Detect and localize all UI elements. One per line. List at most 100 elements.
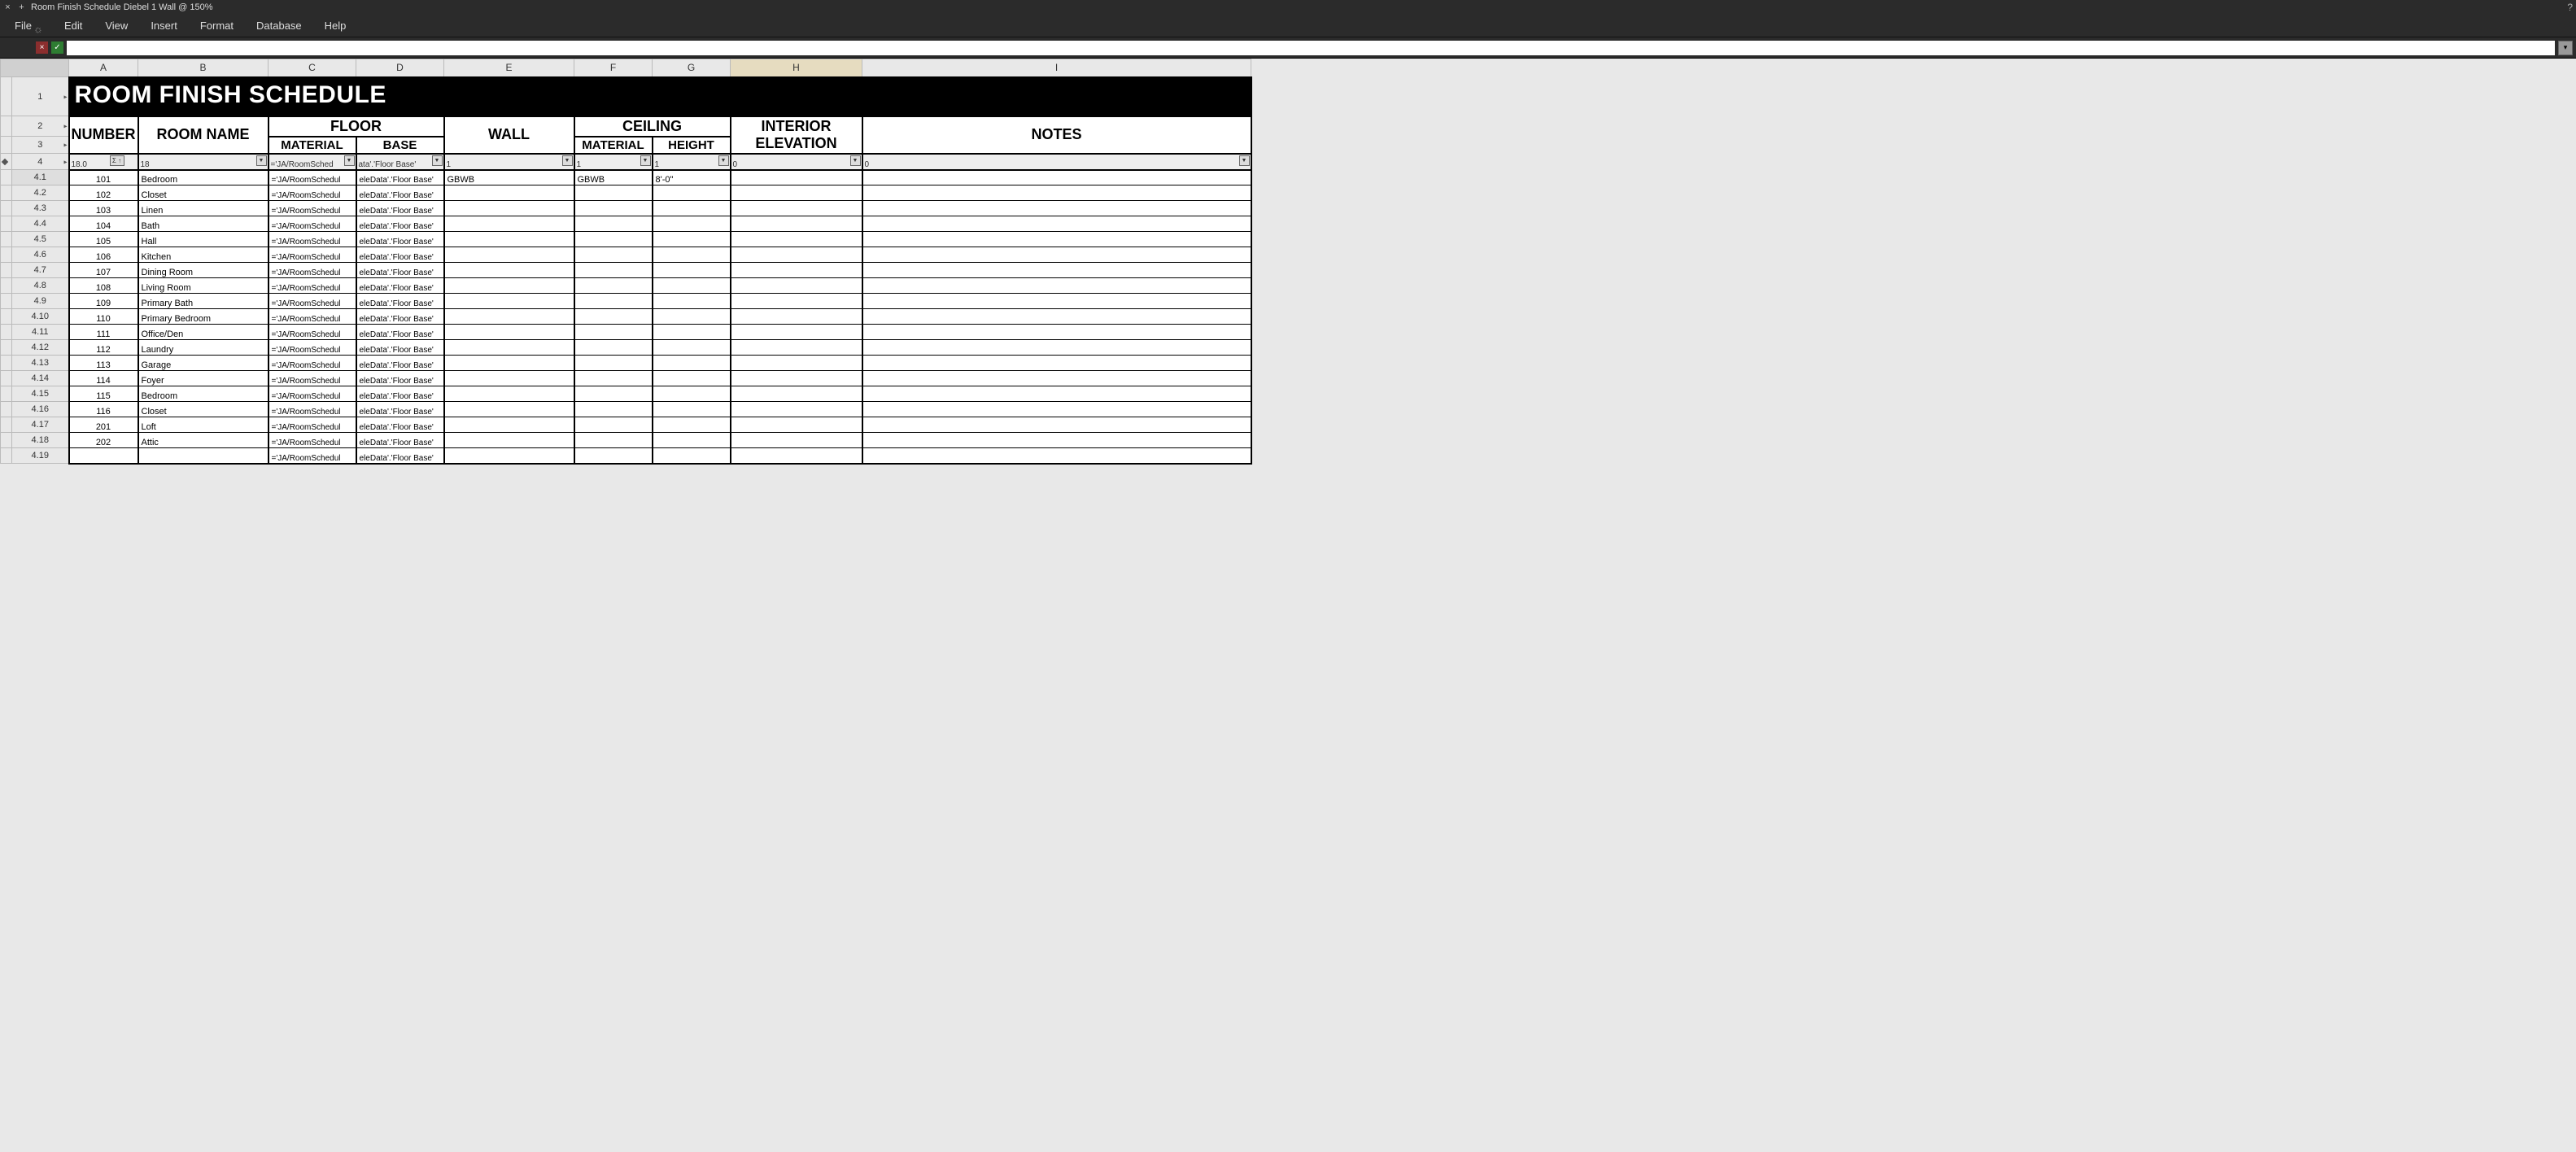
filter-A[interactable]: 18.0 Σ ↑: [69, 154, 138, 170]
cell-floor-material[interactable]: ='JA/RoomSchedul: [269, 247, 356, 263]
row-header[interactable]: 4.6: [12, 247, 69, 263]
cell-ceiling-height[interactable]: [653, 433, 731, 448]
cell-floor-material[interactable]: ='JA/RoomSchedul: [269, 216, 356, 232]
cell-floor-base[interactable]: eleData'.'Floor Base': [356, 185, 444, 201]
cell-ceiling-height[interactable]: 8'-0": [653, 170, 731, 185]
cell-number[interactable]: 107: [69, 263, 138, 278]
cell-wall[interactable]: [444, 263, 574, 278]
menu-database[interactable]: Database: [245, 16, 313, 35]
cell-floor-base[interactable]: eleData'.'Floor Base': [356, 386, 444, 402]
row-gutter[interactable]: [1, 325, 12, 340]
cell-interior-elev[interactable]: [731, 309, 862, 325]
filter-dropdown-icon[interactable]: ▼: [344, 155, 355, 166]
cell-floor-material[interactable]: ='JA/RoomSchedul: [269, 448, 356, 464]
cell-wall[interactable]: [444, 433, 574, 448]
cell-interior-elev[interactable]: [731, 247, 862, 263]
cell-floor-material[interactable]: ='JA/RoomSchedul: [269, 263, 356, 278]
row-header-2[interactable]: 2 ▸: [12, 116, 69, 137]
row-header[interactable]: 4.13: [12, 356, 69, 371]
row-header[interactable]: 4.2: [12, 185, 69, 201]
filter-B[interactable]: 18 ▼: [138, 154, 269, 170]
row-gutter[interactable]: [1, 402, 12, 417]
cell-room-name[interactable]: Laundry: [138, 340, 269, 356]
cell-ceiling-material[interactable]: [574, 433, 653, 448]
cell-interior-elev[interactable]: [731, 371, 862, 386]
cell-notes[interactable]: [862, 386, 1251, 402]
col-header-F[interactable]: F: [574, 59, 653, 77]
cell-number[interactable]: 104: [69, 216, 138, 232]
cell-room-name[interactable]: Loft: [138, 417, 269, 433]
cell-floor-base[interactable]: eleData'.'Floor Base': [356, 201, 444, 216]
row-header[interactable]: 4.14: [12, 371, 69, 386]
menu-format[interactable]: Format: [189, 16, 245, 35]
row-gutter[interactable]: [1, 201, 12, 216]
cell-room-name[interactable]: Living Room: [138, 278, 269, 294]
filter-dropdown-icon[interactable]: ▼: [1239, 155, 1250, 166]
cell-floor-base[interactable]: eleData'.'Floor Base': [356, 170, 444, 185]
cell-floor-base[interactable]: eleData'.'Floor Base': [356, 417, 444, 433]
row-header-1[interactable]: 1 ▸: [12, 77, 69, 116]
cell-interior-elev[interactable]: [731, 448, 862, 464]
cell-room-name[interactable]: Office/Den: [138, 325, 269, 340]
cell-ceiling-height[interactable]: [653, 402, 731, 417]
row-gutter[interactable]: [1, 309, 12, 325]
cell-interior-elev[interactable]: [731, 325, 862, 340]
cell-number[interactable]: 116: [69, 402, 138, 417]
cell-notes[interactable]: [862, 448, 1251, 464]
cell-ceiling-height[interactable]: [653, 371, 731, 386]
cell-number[interactable]: 114: [69, 371, 138, 386]
filter-I[interactable]: 0 ▼: [862, 154, 1251, 170]
cell-number[interactable]: 112: [69, 340, 138, 356]
cell-ceiling-height[interactable]: [653, 201, 731, 216]
row-header[interactable]: 4.18: [12, 433, 69, 448]
cell-floor-base[interactable]: eleData'.'Floor Base': [356, 371, 444, 386]
cell-room-name[interactable]: Primary Bedroom: [138, 309, 269, 325]
cell-ceiling-material[interactable]: [574, 294, 653, 309]
cell-floor-base[interactable]: eleData'.'Floor Base': [356, 294, 444, 309]
cell-notes[interactable]: [862, 433, 1251, 448]
row-header[interactable]: 4.10: [12, 309, 69, 325]
cell-notes[interactable]: [862, 170, 1251, 185]
cell-interior-elev[interactable]: [731, 356, 862, 371]
menu-edit[interactable]: Edit: [53, 16, 94, 35]
cell-floor-material[interactable]: ='JA/RoomSchedul: [269, 340, 356, 356]
row-header[interactable]: 4.16: [12, 402, 69, 417]
cell-ceiling-material[interactable]: [574, 278, 653, 294]
filter-G[interactable]: 1 ▼: [653, 154, 731, 170]
cell-floor-base[interactable]: eleData'.'Floor Base': [356, 433, 444, 448]
cell-floor-material[interactable]: ='JA/RoomSchedul: [269, 232, 356, 247]
row-header[interactable]: 4.17: [12, 417, 69, 433]
filter-E[interactable]: 1 ▼: [444, 154, 574, 170]
cell-notes[interactable]: [862, 356, 1251, 371]
cell-interior-elev[interactable]: [731, 216, 862, 232]
cell-notes[interactable]: [862, 185, 1251, 201]
cell-notes[interactable]: [862, 278, 1251, 294]
cell-wall[interactable]: [444, 294, 574, 309]
row-gutter[interactable]: [1, 247, 12, 263]
col-header-D[interactable]: D: [356, 59, 444, 77]
col-header-I[interactable]: I: [862, 59, 1251, 77]
help-icon[interactable]: ?: [2567, 2, 2573, 13]
formula-cancel-button[interactable]: ×: [36, 41, 48, 54]
cell-floor-material[interactable]: ='JA/RoomSchedul: [269, 417, 356, 433]
row-header[interactable]: 4.5: [12, 232, 69, 247]
cell-ceiling-material[interactable]: [574, 340, 653, 356]
cell-floor-material[interactable]: ='JA/RoomSchedul: [269, 402, 356, 417]
cell-number[interactable]: [69, 448, 138, 464]
formula-dropdown-icon[interactable]: ▾: [2558, 41, 2573, 55]
cell-floor-material[interactable]: ='JA/RoomSchedul: [269, 371, 356, 386]
cell-number[interactable]: 201: [69, 417, 138, 433]
cell-floor-base[interactable]: eleData'.'Floor Base': [356, 263, 444, 278]
cell-notes[interactable]: [862, 216, 1251, 232]
cell-wall[interactable]: [444, 232, 574, 247]
cell-interior-elev[interactable]: [731, 185, 862, 201]
menu-view[interactable]: View: [94, 16, 139, 35]
expand-marker-icon[interactable]: ▸: [63, 142, 67, 149]
cell-ceiling-material[interactable]: [574, 402, 653, 417]
cell-notes[interactable]: [862, 340, 1251, 356]
row-header[interactable]: 4.19: [12, 448, 69, 464]
cell-number[interactable]: 109: [69, 294, 138, 309]
add-tab-icon[interactable]: +: [17, 2, 26, 12]
cell-ceiling-material[interactable]: [574, 371, 653, 386]
cell-room-name[interactable]: Bath: [138, 216, 269, 232]
